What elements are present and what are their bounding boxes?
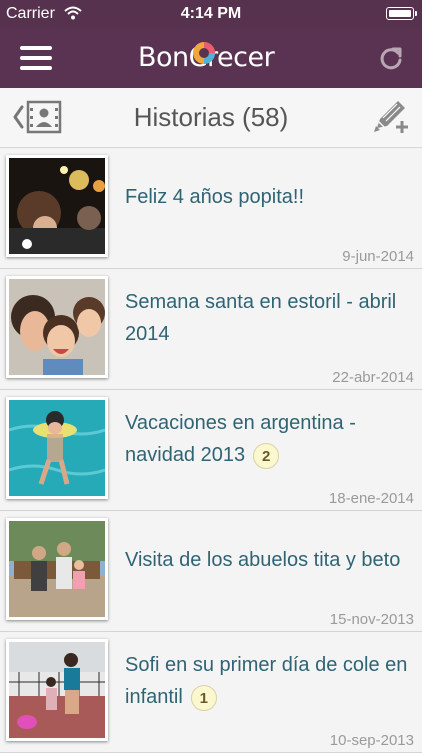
menu-button[interactable] <box>20 46 52 70</box>
story-title: Sofi en su primer día de cole en infanti… <box>125 654 408 708</box>
app-navbar: BonCrecer <box>0 28 422 88</box>
pencil-add-icon[interactable] <box>372 98 410 136</box>
photo-count-badge: 1 <box>190 684 217 711</box>
list-item[interactable]: Vacaciones en argentina - navidad 2013 2 … <box>0 390 422 511</box>
story-title-area: Semana santa en estoril - abril 2014 <box>125 269 408 367</box>
stories-list: Feliz 4 años popita!! 9-jun-2014 Semana … <box>0 148 422 753</box>
story-title: Visita de los abuelos tita y beto <box>125 549 401 571</box>
story-title: Semana santa en estoril - abril 2014 <box>125 291 397 345</box>
story-photo <box>6 397 108 499</box>
clock: 4:14 PM <box>180 5 242 22</box>
story-photo <box>6 155 108 257</box>
story-date: 15-nov-2013 <box>329 611 414 628</box>
story-title-area: Visita de los abuelos tita y beto <box>125 511 408 609</box>
story-photo <box>6 518 108 620</box>
logo-mark-icon <box>193 42 215 64</box>
story-date: 18-ene-2014 <box>328 490 414 507</box>
list-item[interactable]: Feliz 4 años popita!! 9-jun-2014 <box>0 148 422 269</box>
refresh-button[interactable] <box>378 45 404 71</box>
page-title: Historias (58) <box>133 102 289 132</box>
section-header: Historias (58) <box>0 88 422 148</box>
story-photo <box>6 639 108 741</box>
story-date: 10-sep-2013 <box>329 732 414 749</box>
story-title-area: Vacaciones en argentina - navidad 2013 2 <box>125 390 408 488</box>
story-title-area: Feliz 4 años popita!! <box>125 148 408 246</box>
story-date: 22-abr-2014 <box>332 369 414 386</box>
list-item[interactable]: Visita de los abuelos tita y beto 15-nov… <box>0 511 422 632</box>
story-date: 9-jun-2014 <box>342 248 414 265</box>
app-logo: BonCrecer <box>138 39 284 77</box>
photo-count-badge: 2 <box>253 442 280 469</box>
hamburger-icon <box>20 46 52 50</box>
story-title: Vacaciones en argentina - navidad 2013 <box>125 412 356 466</box>
story-title-area: Sofi en su primer día de cole en infanti… <box>125 632 408 730</box>
story-title: Feliz 4 años popita!! <box>125 186 304 208</box>
status-bar: Carrier 4:14 PM <box>0 0 422 28</box>
list-item[interactable]: Semana santa en estoril - abril 2014 22-… <box>0 269 422 390</box>
story-photo <box>6 276 108 378</box>
list-item[interactable]: Sofi en su primer día de cole en infanti… <box>0 632 422 753</box>
battery-icon <box>386 7 417 20</box>
